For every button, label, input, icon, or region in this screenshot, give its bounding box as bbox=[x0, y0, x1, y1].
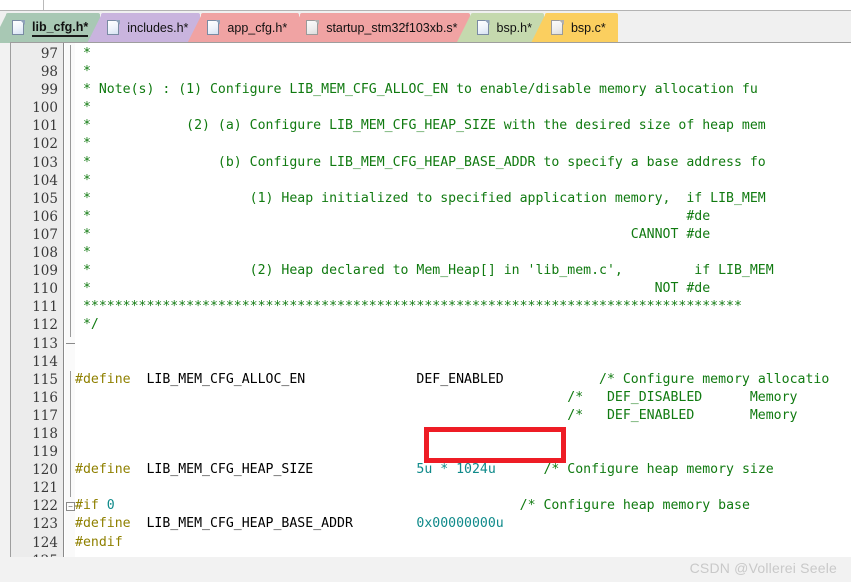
source-editor[interactable]: − * * * Note(s) : (1) Configure LIB_MEM_… bbox=[10, 42, 851, 557]
file-icon bbox=[207, 20, 221, 36]
file-icon bbox=[107, 20, 121, 36]
line-number: 123 bbox=[32, 516, 58, 533]
line-number: 112 bbox=[32, 317, 58, 334]
line-number: 114 bbox=[32, 353, 58, 370]
line-number: 98 bbox=[40, 64, 58, 81]
tab-startup-stm32f103xb-s[interactable]: startup_stm32f103xb.s* bbox=[286, 13, 470, 43]
line-number: 124 bbox=[32, 534, 58, 551]
line-number: 118 bbox=[32, 425, 58, 442]
tab-app-cfg-h[interactable]: app_cfg.h* bbox=[187, 13, 300, 43]
line-number: 108 bbox=[32, 245, 58, 262]
line-number: 120 bbox=[32, 462, 58, 479]
line-number: 103 bbox=[32, 154, 58, 171]
tab-label: startup_stm32f103xb.s* bbox=[326, 20, 458, 35]
line-number: 105 bbox=[32, 190, 58, 207]
line-number: 119 bbox=[32, 444, 58, 461]
tab-label: app_cfg.h* bbox=[227, 20, 288, 35]
line-number: 106 bbox=[32, 208, 58, 225]
tab-label: includes.h* bbox=[127, 20, 189, 35]
tab-list: lib_cfg.h* includes.h* app_cfg.h* startup_s… bbox=[0, 11, 619, 43]
line-number: 110 bbox=[32, 281, 58, 298]
line-number: 99 bbox=[40, 82, 58, 99]
gutter-numbers: 97 98 99 100 101 102 103 104 105 106 107 108 109 110 1… bbox=[11, 45, 851, 557]
file-icon-grey bbox=[550, 20, 564, 36]
tab-bsp-h[interactable]: bsp.h* bbox=[456, 13, 544, 43]
line-number: 121 bbox=[32, 480, 58, 497]
tab-bsp-c[interactable]: bsp.c* bbox=[530, 13, 618, 43]
file-icon-grey bbox=[306, 20, 320, 36]
tab-label: bsp.h* bbox=[496, 20, 532, 35]
line-number: 97 bbox=[40, 46, 58, 62]
tab-includes-h[interactable]: includes.h* bbox=[87, 13, 201, 43]
line-number: 122 bbox=[32, 498, 58, 515]
line-number: 107 bbox=[32, 226, 58, 243]
line-number: 102 bbox=[32, 136, 58, 153]
line-number: 113 bbox=[32, 335, 58, 352]
watermark-text: CSDN @Vollerei Seele bbox=[689, 560, 837, 576]
line-number: 104 bbox=[32, 172, 58, 189]
tab-lib-cfg-h[interactable]: lib_cfg.h* bbox=[0, 13, 101, 43]
line-number: 100 bbox=[32, 100, 58, 117]
tab-label: lib_cfg.h* bbox=[32, 20, 89, 37]
file-icon bbox=[476, 20, 490, 36]
code-editor-window: lib_cfg.h* includes.h* app_cfg.h* startup_s… bbox=[0, 0, 851, 582]
line-number: 109 bbox=[32, 263, 58, 280]
line-number: 115 bbox=[32, 371, 58, 388]
line-number: 101 bbox=[32, 118, 58, 135]
file-icon bbox=[12, 20, 25, 36]
line-number: 116 bbox=[32, 389, 58, 406]
window-top-margin bbox=[0, 0, 851, 10]
line-number: 111 bbox=[32, 299, 58, 316]
tab-label: bsp.c* bbox=[570, 20, 606, 35]
line-number: 117 bbox=[32, 407, 58, 424]
editor-tab-strip: lib_cfg.h* includes.h* app_cfg.h* startup_s… bbox=[0, 10, 851, 43]
